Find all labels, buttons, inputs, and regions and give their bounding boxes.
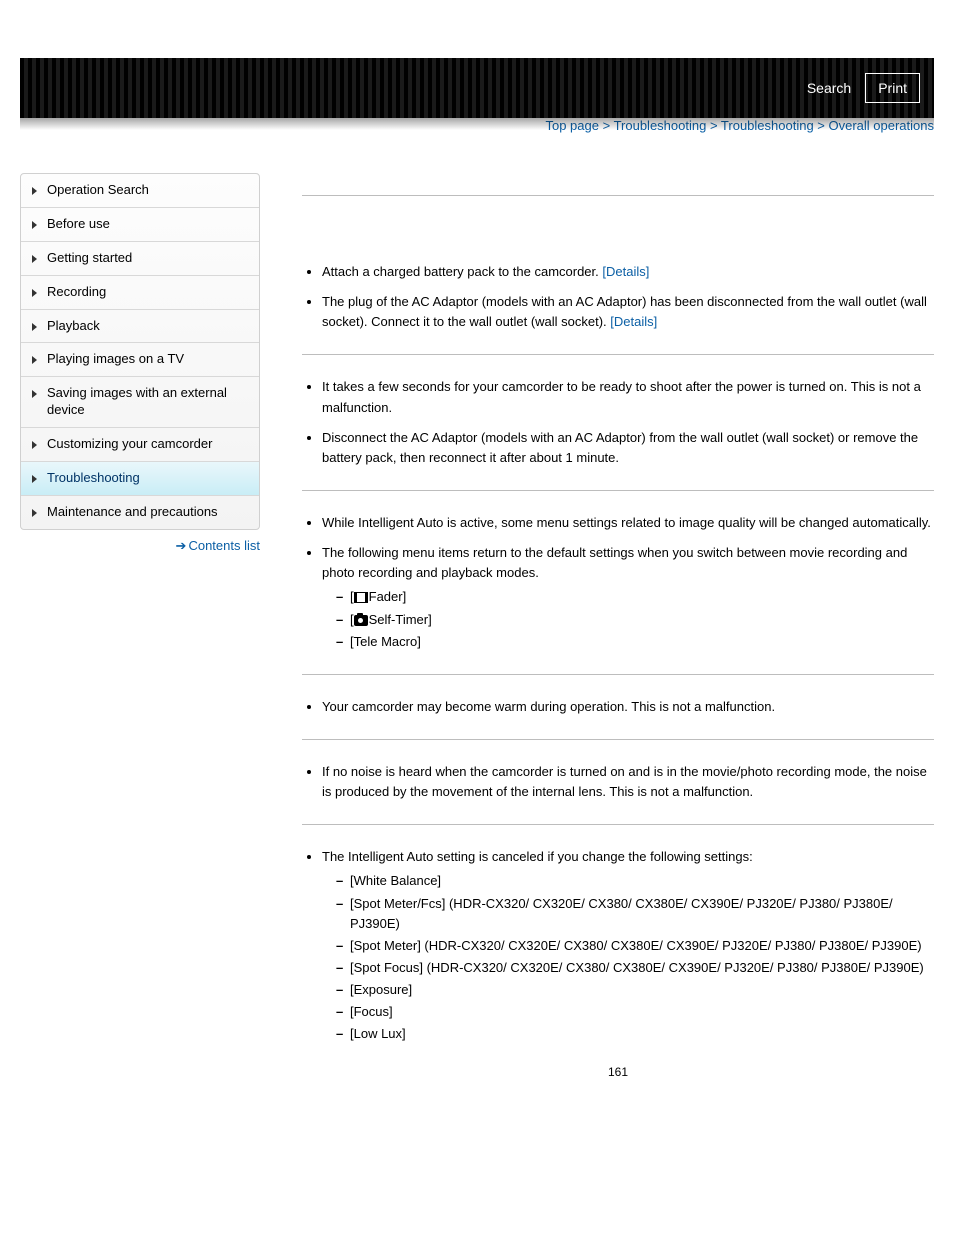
sidebar-item[interactable]: Troubleshooting bbox=[20, 462, 260, 496]
film-icon bbox=[354, 592, 368, 603]
bullet-list: Attach a charged battery pack to the cam… bbox=[302, 262, 934, 332]
print-button[interactable]: Print bbox=[865, 73, 920, 103]
sidebar-item[interactable]: Maintenance and precautions bbox=[21, 496, 259, 529]
sidebar-item[interactable]: Saving images with an external device bbox=[21, 377, 259, 428]
page-number: 161 bbox=[302, 1065, 934, 1079]
bullet-item: It takes a few seconds for your camcorde… bbox=[322, 377, 934, 417]
bullet-item: The plug of the AC Adaptor (models with … bbox=[322, 292, 934, 332]
details-link[interactable]: [Details] bbox=[610, 314, 657, 329]
sidebar-item[interactable]: Playing images on a TV bbox=[21, 343, 259, 377]
contents-list-link[interactable]: Contents list bbox=[188, 538, 260, 553]
sub-item: [Self-Timer] bbox=[336, 610, 934, 630]
search-button[interactable]: Search bbox=[807, 80, 851, 96]
bullet-item: Attach a charged battery pack to the cam… bbox=[322, 262, 934, 282]
sidebar-item[interactable]: Recording bbox=[21, 276, 259, 310]
main-content: Attach a charged battery pack to the cam… bbox=[260, 173, 934, 1079]
sub-item: [Spot Meter/Fcs] (HDR-CX320/ CX320E/ CX3… bbox=[336, 894, 934, 934]
bullet-item: Disconnect the AC Adaptor (models with a… bbox=[322, 428, 934, 468]
bullet-list: Your camcorder may become warm during op… bbox=[302, 697, 934, 717]
sub-item: [Low Lux] bbox=[336, 1024, 934, 1044]
sidebar-item[interactable]: Customizing your camcorder bbox=[21, 428, 259, 462]
sidebar-item[interactable]: Getting started bbox=[21, 242, 259, 276]
sub-item: [Spot Meter] (HDR-CX320/ CX320E/ CX380/ … bbox=[336, 936, 934, 956]
sidebar-item[interactable]: Playback bbox=[21, 310, 259, 344]
bullet-item: The following menu items return to the d… bbox=[322, 543, 934, 652]
sub-item: [Fader] bbox=[336, 587, 934, 607]
bullet-list: If no noise is heard when the camcorder … bbox=[302, 762, 934, 802]
details-link[interactable]: [Details] bbox=[602, 264, 649, 279]
bullet-item: Your camcorder may become warm during op… bbox=[322, 697, 934, 717]
sub-item: [Tele Macro] bbox=[336, 632, 934, 652]
bullet-list: While Intelligent Auto is active, some m… bbox=[302, 513, 934, 652]
sidebar-item[interactable]: Operation Search bbox=[21, 174, 259, 208]
camera-icon bbox=[354, 615, 368, 626]
bullet-item: The Intelligent Auto setting is canceled… bbox=[322, 847, 934, 1044]
sub-item: [Spot Focus] (HDR-CX320/ CX320E/ CX380/ … bbox=[336, 958, 934, 978]
header-bar: Search Print bbox=[20, 58, 934, 118]
bullet-list: It takes a few seconds for your camcorde… bbox=[302, 377, 934, 468]
sub-item: [Focus] bbox=[336, 1002, 934, 1022]
bullet-item: While Intelligent Auto is active, some m… bbox=[322, 513, 934, 533]
bullet-list: The Intelligent Auto setting is canceled… bbox=[302, 847, 934, 1044]
sidebar-nav: Operation SearchBefore useGetting starte… bbox=[20, 173, 260, 530]
sidebar-item[interactable]: Before use bbox=[21, 208, 259, 242]
sub-item: [Exposure] bbox=[336, 980, 934, 1000]
sub-item: [White Balance] bbox=[336, 871, 934, 891]
bullet-item: If no noise is heard when the camcorder … bbox=[322, 762, 934, 802]
arrow-right-icon: ➔ bbox=[176, 538, 187, 553]
